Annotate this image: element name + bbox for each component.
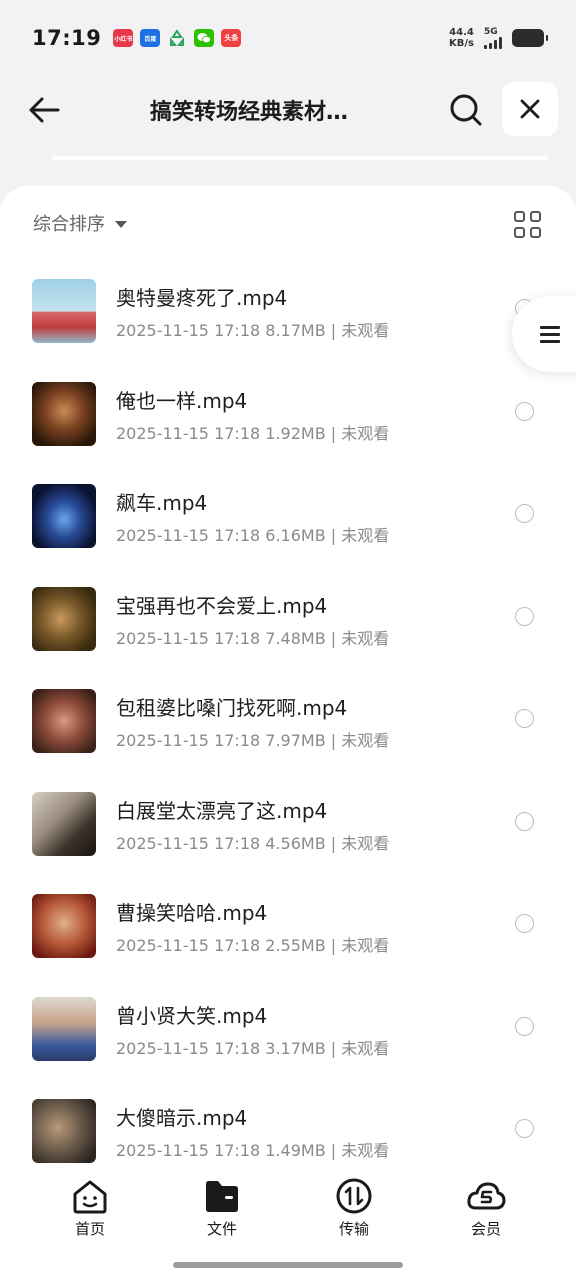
video-thumbnail	[32, 996, 96, 1061]
select-checkbox[interactable]	[515, 1119, 534, 1138]
video-thumbnail	[32, 484, 96, 548]
wechat-icon	[194, 29, 215, 47]
close-icon	[520, 99, 540, 119]
file-name: 大傻暗示.mp4	[116, 1106, 248, 1130]
list-item[interactable]: 宝强再也不会爱上.mp4 2025-11-15 17:18 7.48MB | 未…	[0, 572, 576, 675]
transfer-icon	[336, 1178, 372, 1214]
video-thumbnail	[32, 689, 96, 753]
nav-home[interactable]: 首页	[50, 1178, 130, 1239]
file-meta: 2025-11-15 17:18 7.48MB | 未观看	[116, 628, 390, 648]
caret-down-icon	[115, 220, 127, 228]
search-icon	[450, 94, 482, 126]
select-checkbox[interactable]	[515, 401, 534, 421]
xiaohongshu-icon: 小红书	[113, 29, 134, 47]
nav-transfer-label: 传输	[338, 1220, 369, 1238]
video-thumbnail	[32, 894, 96, 958]
file-meta: 2025-11-15 17:18 1.92MB | 未观看	[116, 423, 390, 443]
select-checkbox[interactable]	[515, 1016, 534, 1036]
file-meta: 2025-11-15 17:18 1.49MB | 未观看	[116, 1141, 390, 1160]
nav-home-label: 首页	[74, 1220, 105, 1238]
header: 搞笑转场经典素材…	[0, 80, 576, 138]
baidu-netdisk-icon: 百度	[140, 29, 161, 47]
video-thumbnail	[32, 381, 96, 446]
video-thumbnail	[32, 586, 96, 651]
status-bar: 17:19 小红书 百度 头条 44.4 KB/s 5G	[0, 0, 576, 76]
list-item[interactable]: 奥特曼疼死了.mp4 2025-11-15 17:18 8.17MB | 未观看	[0, 264, 576, 367]
file-list: 奥特曼疼死了.mp4 2025-11-15 17:18 8.17MB | 未观看…	[0, 264, 576, 1187]
select-checkbox[interactable]	[515, 811, 534, 831]
search-button[interactable]	[444, 88, 488, 132]
file-name: 俺也一样.mp4	[116, 388, 248, 413]
file-name: 宝强再也不会爱上.mp4	[116, 593, 328, 618]
file-meta: 2025-11-15 17:18 6.16MB | 未观看	[116, 526, 390, 545]
grid-view-icon	[514, 211, 525, 222]
select-checkbox[interactable]	[515, 709, 534, 728]
select-checkbox[interactable]	[515, 606, 534, 626]
sort-dropdown[interactable]: 综合排序	[33, 210, 127, 236]
file-name: 曾小贤大笑.mp4	[116, 1003, 268, 1028]
file-name: 曹操笑哈哈.mp4	[116, 901, 268, 925]
nav-transfer[interactable]: 传输	[314, 1178, 394, 1239]
file-name: 奥特曼疼死了.mp4	[116, 286, 288, 310]
arrow-left-icon	[29, 97, 60, 123]
cloud-vip-icon	[467, 1182, 506, 1210]
select-checkbox[interactable]	[515, 504, 534, 523]
nav-files-label: 文件	[206, 1220, 237, 1238]
grid-cell	[530, 211, 541, 222]
file-panel: 综合排序 奥特曼疼死了.mp4 2025-11-15 17:18 8.17MB …	[0, 186, 576, 1280]
battery-icon	[512, 29, 548, 47]
status-time: 17:19	[32, 26, 102, 50]
network-type: 5G	[484, 27, 498, 37]
nav-files[interactable]: 文件	[182, 1178, 262, 1239]
page-title: 搞笑转场经典素材…	[150, 100, 349, 125]
nav-vip[interactable]: 会员	[446, 1178, 526, 1239]
grid-cell	[514, 227, 525, 238]
list-item[interactable]: 俺也一样.mp4 2025-11-15 17:18 1.92MB | 未观看	[0, 367, 576, 470]
grid-view-button[interactable]	[511, 208, 545, 242]
status-right: 44.4 KB/s 5G	[449, 27, 548, 49]
file-meta: 2025-11-15 17:18 3.17MB | 未观看	[116, 1038, 390, 1058]
file-meta: 2025-11-15 17:18 8.17MB | 未观看	[116, 321, 390, 340]
video-thumbnail	[32, 791, 96, 856]
header-divider	[52, 156, 548, 160]
list-item[interactable]: 包租婆比嗓门找死啊.mp4 2025-11-15 17:18 7.97MB | …	[0, 674, 576, 777]
toutiao-icon: 头条	[221, 29, 242, 47]
list-item[interactable]: 曹操笑哈哈.mp4 2025-11-15 17:18 2.55MB | 未观看	[0, 879, 576, 982]
back-button[interactable]	[22, 88, 66, 132]
close-button[interactable]	[502, 82, 558, 136]
net-speed-value: 44.4	[449, 27, 474, 38]
file-meta: 2025-11-15 17:18 7.97MB | 未观看	[116, 731, 390, 750]
network-speed: 44.4 KB/s	[449, 27, 474, 49]
list-item[interactable]: 白展堂太漂亮了这.mp4 2025-11-15 17:18 4.56MB | 未…	[0, 777, 576, 880]
file-meta: 2025-11-15 17:18 2.55MB | 未观看	[116, 936, 390, 955]
select-checkbox[interactable]	[515, 914, 534, 933]
file-name: 飙车.mp4	[116, 491, 208, 515]
nav-vip-label: 会员	[470, 1220, 501, 1238]
sort-label: 综合排序	[33, 214, 105, 235]
video-thumbnail	[32, 279, 96, 343]
list-item[interactable]: 曾小贤大笑.mp4 2025-11-15 17:18 3.17MB | 未观看	[0, 982, 576, 1085]
notification-icons: 小红书 百度 头条	[113, 29, 242, 47]
net-speed-unit: KB/s	[449, 38, 474, 49]
list-item[interactable]: 飙车.mp4 2025-11-15 17:18 6.16MB | 未观看	[0, 469, 576, 572]
recycle-icon	[167, 29, 187, 47]
file-name: 白展堂太漂亮了这.mp4	[116, 798, 328, 823]
home-face-icon	[73, 1180, 107, 1214]
grid-cell	[530, 227, 541, 238]
file-meta: 2025-11-15 17:18 4.56MB | 未观看	[116, 833, 390, 853]
home-indicator[interactable]	[173, 1262, 403, 1268]
file-name: 包租婆比嗓门找死啊.mp4	[116, 696, 348, 720]
signal-icon: 5G	[484, 27, 502, 49]
video-thumbnail	[32, 1099, 96, 1163]
folder-icon	[206, 1181, 238, 1212]
menu-icon	[540, 322, 560, 347]
